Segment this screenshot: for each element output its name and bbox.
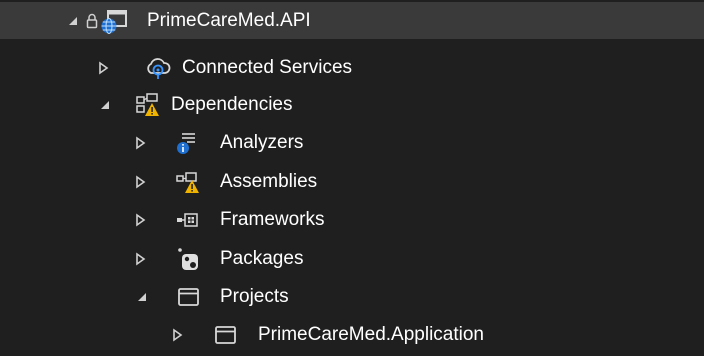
frameworks-icon — [174, 207, 202, 233]
collapsed-arrow-icon[interactable] — [133, 174, 147, 189]
projects-icon — [174, 284, 202, 310]
expanded-arrow-icon[interactable] — [135, 290, 149, 304]
tree-node-label: PrimeCareMed.API — [147, 10, 311, 31]
tree-node-packages[interactable]: Packages — [0, 240, 704, 277]
tree-node-primecaremed-api[interactable]: PrimeCareMed.API — [0, 2, 704, 39]
assemblies-warning-icon — [174, 169, 202, 195]
tree-node-label: Frameworks — [220, 209, 325, 230]
expanded-arrow-icon[interactable] — [66, 14, 80, 28]
tree-node-label: Assemblies — [220, 171, 318, 192]
collapsed-arrow-icon[interactable] — [96, 60, 110, 75]
tree-node-label: Dependencies — [171, 94, 293, 115]
lock-icon — [86, 13, 98, 29]
tree-node-analyzers[interactable]: Analyzers — [0, 124, 704, 161]
tree-node-label: Projects — [220, 286, 289, 307]
tree-node-assemblies[interactable]: Assemblies — [0, 163, 704, 200]
tree-node-dependencies[interactable]: Dependencies — [0, 86, 704, 123]
project-reference-icon — [211, 322, 239, 348]
web-project-icon — [100, 8, 128, 34]
dependencies-warning-icon — [134, 92, 162, 118]
analyzers-icon — [173, 130, 201, 156]
tree-node-projects[interactable]: Projects — [0, 278, 704, 315]
tree-node-label: Analyzers — [220, 132, 304, 153]
collapsed-arrow-icon[interactable] — [133, 212, 147, 227]
tree-node-primecaremed-application[interactable]: PrimeCareMed.Application — [0, 316, 704, 353]
tree-node-label: Packages — [220, 248, 304, 269]
expanded-arrow-icon[interactable] — [98, 98, 112, 112]
tree-node-label: PrimeCareMed.Application — [258, 324, 484, 345]
tree-node-label: Connected Services — [182, 57, 353, 78]
tree-node-frameworks[interactable]: Frameworks — [0, 201, 704, 238]
connected-services-icon — [144, 55, 172, 81]
collapsed-arrow-icon[interactable] — [133, 135, 147, 150]
collapsed-arrow-icon[interactable] — [133, 251, 147, 266]
solution-explorer-tree: PrimeCareMed.API Connected Services Depe… — [0, 0, 704, 356]
tree-node-connected-services[interactable]: Connected Services — [0, 49, 704, 86]
packages-icon — [174, 246, 202, 272]
collapsed-arrow-icon[interactable] — [170, 327, 184, 342]
